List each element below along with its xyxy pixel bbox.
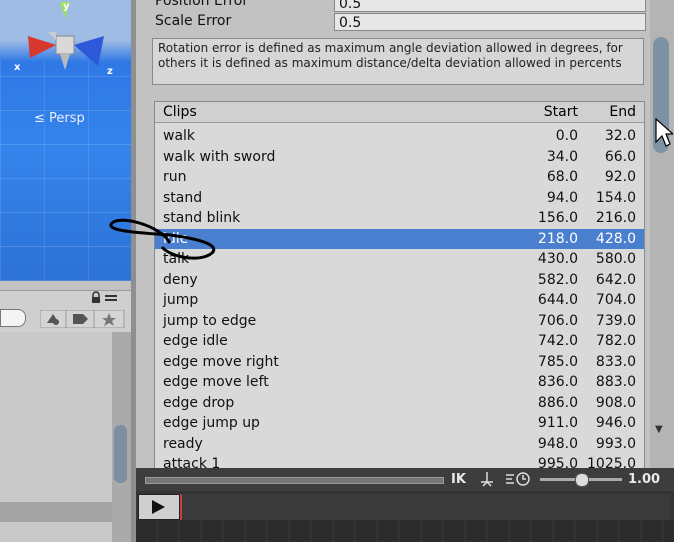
scale-error-label: Scale Error	[155, 13, 232, 29]
preview-progress-bar[interactable]	[145, 477, 444, 484]
axis-label-x: x	[14, 62, 21, 73]
clip-name: walk	[163, 128, 196, 144]
clips-header-name: Clips	[163, 104, 197, 120]
axis-label-y: y	[63, 1, 70, 12]
clip-name: edge move right	[163, 353, 279, 370]
clip-name: edge idle	[163, 333, 228, 349]
scroll-down-arrow-icon[interactable]: ▼	[655, 424, 663, 435]
clip-name: deny	[163, 271, 198, 288]
preview-tool-icons	[481, 472, 530, 487]
clip-name: jump to edge	[163, 312, 257, 329]
clips-header-end: End	[609, 104, 636, 120]
clip-start: 0.0	[555, 128, 578, 144]
clip-end: 908.0	[595, 394, 636, 411]
position-error-label: Position Error	[155, 0, 249, 9]
clip-end: 883.0	[595, 374, 636, 390]
playback-speed-knob[interactable]	[575, 473, 589, 487]
clip-name: edge move left	[163, 374, 269, 390]
clip-start: 34.0	[546, 148, 578, 165]
preview-viewport[interactable]	[136, 520, 674, 542]
project-search-input[interactable]	[0, 309, 26, 327]
clip-start: 706.0	[537, 312, 578, 329]
clip-start: 68.0	[546, 169, 578, 185]
clip-start: 836.0	[537, 374, 578, 390]
clip-row[interactable]: edge move right 785.0 833.0	[155, 352, 644, 373]
clip-start: 582.0	[537, 271, 578, 288]
clip-row[interactable]: edge idle 742.0 782.0	[155, 331, 644, 352]
clips-header-start: Start	[543, 104, 578, 120]
clip-row[interactable]: run 68.0 92.0	[155, 167, 644, 188]
clip-start: 911.0	[537, 415, 578, 431]
menu-icon[interactable]	[105, 295, 117, 301]
ik-toggle[interactable]: IK	[451, 472, 466, 487]
axis-label-z: z	[107, 66, 113, 77]
clip-name: ready	[163, 435, 203, 452]
clip-row[interactable]: walk 0.0 32.0	[155, 126, 644, 147]
gizmo-z-cone[interactable]	[74, 36, 104, 66]
clip-end: 739.0	[595, 312, 636, 329]
project-selected-stripe	[0, 502, 112, 522]
project-filter-icons	[40, 310, 125, 328]
clip-end: 428.0	[595, 230, 636, 247]
clips-header: Clips Start End	[155, 102, 644, 123]
projection-label[interactable]: ≤ Persp	[34, 111, 85, 126]
clip-start: 948.0	[537, 435, 578, 452]
clip-end: 66.0	[604, 148, 636, 165]
gizmo-center-cube[interactable]	[55, 35, 75, 55]
clip-start: 886.0	[537, 394, 578, 411]
clip-end: 642.0	[595, 271, 636, 288]
clip-row[interactable]: edge drop 886.0 908.0	[155, 393, 644, 414]
clip-end: 580.0	[595, 251, 636, 267]
clip-row[interactable]: ready 948.0 993.0	[155, 434, 644, 455]
play-icon	[152, 500, 165, 514]
pivot-icon[interactable]	[481, 472, 493, 487]
clip-end: 92.0	[604, 169, 636, 185]
clip-start: 742.0	[537, 333, 578, 349]
clip-start: 218.0	[537, 230, 578, 247]
clip-end: 704.0	[595, 292, 636, 308]
clip-name: edge jump up	[163, 415, 260, 431]
clip-row[interactable]: deny 582.0 642.0	[155, 270, 644, 291]
panel-header-icons	[92, 291, 117, 303]
scale-error-field[interactable]: 0.5	[334, 13, 646, 31]
clips-list[interactable]: Clips Start End walk 0.0 32.0 walk with swo…	[154, 101, 645, 470]
clip-end: 32.0	[604, 128, 636, 144]
clip-end: 833.0	[595, 353, 636, 370]
clip-name: edge drop	[163, 394, 235, 411]
clip-row[interactable]: edge move left 836.0 883.0	[155, 372, 644, 393]
project-scroll-thumb[interactable]	[114, 425, 127, 483]
error-help-box: Rotation error is defined as maximum ang…	[152, 38, 644, 85]
mouse-cursor-icon	[655, 118, 673, 147]
clip-start: 785.0	[537, 353, 578, 370]
clip-end: 216.0	[595, 210, 636, 226]
lock-icon[interactable]	[92, 291, 100, 303]
clip-end: 154.0	[595, 189, 636, 206]
clip-name: run	[163, 169, 187, 185]
play-button[interactable]	[138, 494, 180, 520]
clip-row[interactable]: jump to edge 706.0 739.0	[155, 311, 644, 332]
gizmo-down-cone[interactable]	[60, 54, 70, 70]
playback-speed-value: 1.00	[628, 472, 661, 487]
clip-name: jump	[163, 292, 199, 308]
clip-end: 993.0	[595, 435, 636, 452]
clip-name: walk with sword	[163, 148, 276, 165]
annotation-scribble	[109, 218, 216, 260]
clip-end: 782.0	[595, 333, 636, 349]
clip-row[interactable]: edge jump up 911.0 946.0	[155, 413, 644, 434]
timeline-playhead[interactable]	[180, 494, 182, 520]
gizmo-x-cone[interactable]	[28, 36, 56, 58]
clip-start: 156.0	[537, 210, 578, 226]
clip-start: 644.0	[537, 292, 578, 308]
clip-row[interactable]: jump 644.0 704.0	[155, 290, 644, 311]
timeline-scrub-area[interactable]	[182, 494, 670, 520]
clip-start: 430.0	[537, 251, 578, 267]
position-error-field[interactable]: 0.5	[334, 0, 646, 12]
scene-gizmo[interactable]	[20, 0, 115, 95]
clip-row[interactable]: walk with sword 34.0 66.0	[155, 147, 644, 168]
gizmo-back-cone[interactable]	[48, 32, 56, 40]
speed-clock-icon[interactable]	[506, 472, 530, 486]
clip-start: 94.0	[546, 189, 578, 206]
clip-end: 946.0	[595, 415, 636, 431]
